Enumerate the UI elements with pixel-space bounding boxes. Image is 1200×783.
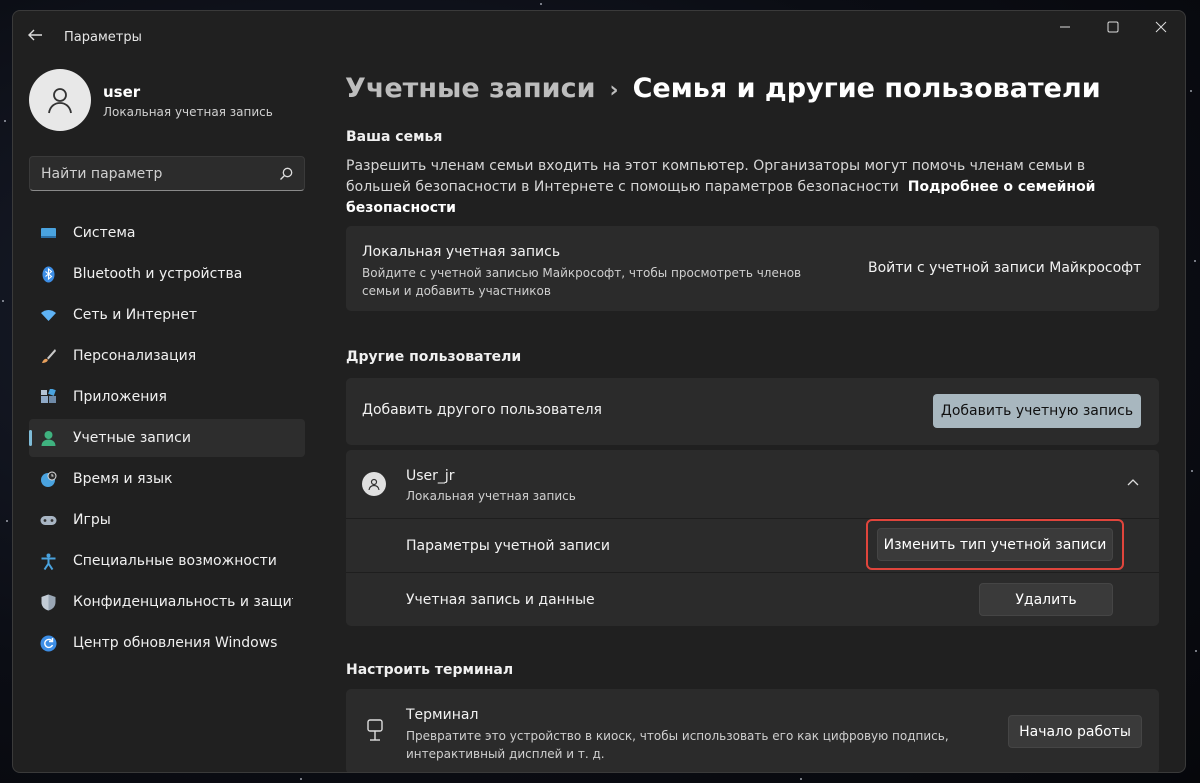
user-icon bbox=[48, 88, 72, 114]
shield-icon bbox=[41, 594, 56, 611]
sidebar-item-windows-update[interactable]: Центр обновления Windows bbox=[29, 624, 305, 662]
sidebar-item-time-language[interactable]: Время и язык bbox=[29, 460, 305, 498]
kiosk-card-title: Терминал bbox=[406, 707, 479, 723]
family-section-title: Ваша семья bbox=[346, 129, 443, 145]
sidebar-item-bluetooth[interactable]: Bluetooth и устройства bbox=[29, 255, 305, 293]
family-account-card: Локальная учетная запись Войдите с учетн… bbox=[346, 226, 1159, 311]
update-icon bbox=[40, 635, 57, 652]
sidebar-item-accounts[interactable]: Учетные записи bbox=[29, 419, 305, 457]
breadcrumb-parent[interactable]: Учетные записи bbox=[345, 73, 596, 104]
sidebar-item-label: Специальные возможности bbox=[73, 553, 277, 569]
sidebar-item-privacy[interactable]: Конфиденциальность и защита bbox=[29, 583, 305, 621]
add-account-button[interactable]: Добавить учетную запись bbox=[933, 394, 1141, 428]
add-user-card: Добавить другого пользователя Добавить у… bbox=[346, 378, 1159, 445]
sidebar-item-label: Время и язык bbox=[73, 471, 173, 487]
user-type: Локальная учетная запись bbox=[406, 489, 576, 503]
get-started-button[interactable]: Начало работы bbox=[1008, 715, 1142, 748]
sidebar-nav: Система Bluetooth и устройства Сеть и Ин… bbox=[29, 214, 305, 665]
gamepad-icon bbox=[40, 516, 57, 525]
kiosk-section-title: Настроить терминал bbox=[346, 662, 514, 678]
arrow-left-icon bbox=[28, 29, 42, 41]
family-description: Разрешить членам семьи входить на этот к… bbox=[346, 156, 1136, 219]
accounts-icon bbox=[41, 431, 56, 446]
kiosk-card-subtitle: Превратите это устройство в киоск, чтобы… bbox=[406, 729, 949, 761]
delete-button[interactable]: Удалить bbox=[979, 583, 1113, 616]
sidebar-item-label: Система bbox=[73, 225, 136, 241]
sidebar-item-gaming[interactable]: Игры bbox=[29, 501, 305, 539]
back-button[interactable] bbox=[25, 25, 47, 45]
kiosk-card: Терминал Превратите это устройство в кио… bbox=[346, 689, 1159, 772]
sidebar-item-label: Конфиденциальность и защита bbox=[73, 594, 293, 610]
page-title: Семья и другие пользователи bbox=[632, 73, 1101, 104]
other-users-section-title: Другие пользователи bbox=[346, 349, 522, 365]
sidebar-item-personalization[interactable]: Персонализация bbox=[29, 337, 305, 375]
kiosk-icon bbox=[367, 719, 383, 741]
maximize-icon bbox=[1107, 21, 1119, 33]
account-options-label: Параметры учетной записи bbox=[406, 538, 610, 554]
close-icon bbox=[1155, 21, 1167, 33]
app-title: Параметры bbox=[64, 30, 142, 45]
accessibility-icon bbox=[41, 553, 56, 570]
user-jr-card: User_jr Локальная учетная запись Парамет… bbox=[346, 450, 1159, 626]
sidebar-item-label: Приложения bbox=[73, 389, 167, 405]
sidebar-item-network[interactable]: Сеть и Интернет bbox=[29, 296, 305, 334]
account-data-label: Учетная запись и данные bbox=[406, 592, 595, 608]
search-icon[interactable] bbox=[278, 166, 294, 182]
maximize-button[interactable] bbox=[1089, 11, 1137, 43]
sidebar-item-apps[interactable]: Приложения bbox=[29, 378, 305, 416]
apps-icon bbox=[41, 389, 56, 403]
search-input[interactable] bbox=[41, 157, 271, 190]
globe-clock-icon bbox=[41, 471, 57, 487]
title-bar: Параметры bbox=[13, 11, 1185, 57]
divider bbox=[346, 572, 1159, 573]
breadcrumb-separator: › bbox=[609, 78, 619, 103]
add-user-label: Добавить другого пользователя bbox=[362, 402, 602, 418]
user-icon bbox=[368, 478, 380, 490]
sidebar-item-label: Игры bbox=[73, 512, 111, 528]
sidebar-item-label: Центр обновления Windows bbox=[73, 635, 278, 651]
bluetooth-icon bbox=[42, 266, 55, 283]
microsoft-signin-link[interactable]: Войти с учетной записи Майкрософт bbox=[868, 260, 1141, 276]
user-profile[interactable]: user Локальная учетная запись bbox=[29, 69, 309, 133]
avatar bbox=[29, 69, 91, 131]
breadcrumb: Учетные записи › Семья и другие пользовате… bbox=[345, 73, 1101, 104]
settings-window: Параметры user Локальная учетная запись … bbox=[12, 10, 1186, 773]
search-box[interactable] bbox=[29, 156, 305, 191]
change-account-type-button[interactable]: Изменить тип учетной записи bbox=[877, 528, 1113, 561]
sidebar-item-label: Bluetooth и устройства bbox=[73, 266, 243, 282]
profile-name: user bbox=[103, 83, 141, 101]
system-icon bbox=[41, 228, 56, 238]
sidebar-item-label: Сеть и Интернет bbox=[73, 307, 197, 323]
sidebar-item-label: Персонализация bbox=[73, 348, 197, 364]
minimize-icon bbox=[1060, 26, 1070, 28]
brush-icon bbox=[42, 349, 56, 363]
user-name: User_jr bbox=[406, 468, 455, 484]
chevron-up-icon[interactable] bbox=[1126, 477, 1140, 487]
family-card-subtitle: Войдите с учетной записью Майкрософт, чт… bbox=[362, 266, 802, 298]
sidebar-item-accessibility[interactable]: Специальные возможности bbox=[29, 542, 305, 580]
sidebar-item-label: Учетные записи bbox=[73, 430, 191, 446]
sidebar-item-system[interactable]: Система bbox=[29, 214, 305, 252]
wifi-icon bbox=[41, 310, 56, 321]
family-card-title: Локальная учетная запись bbox=[362, 244, 561, 260]
minimize-button[interactable] bbox=[1041, 11, 1089, 43]
close-button[interactable] bbox=[1137, 11, 1185, 43]
profile-type: Локальная учетная запись bbox=[103, 105, 273, 119]
avatar bbox=[362, 472, 386, 496]
